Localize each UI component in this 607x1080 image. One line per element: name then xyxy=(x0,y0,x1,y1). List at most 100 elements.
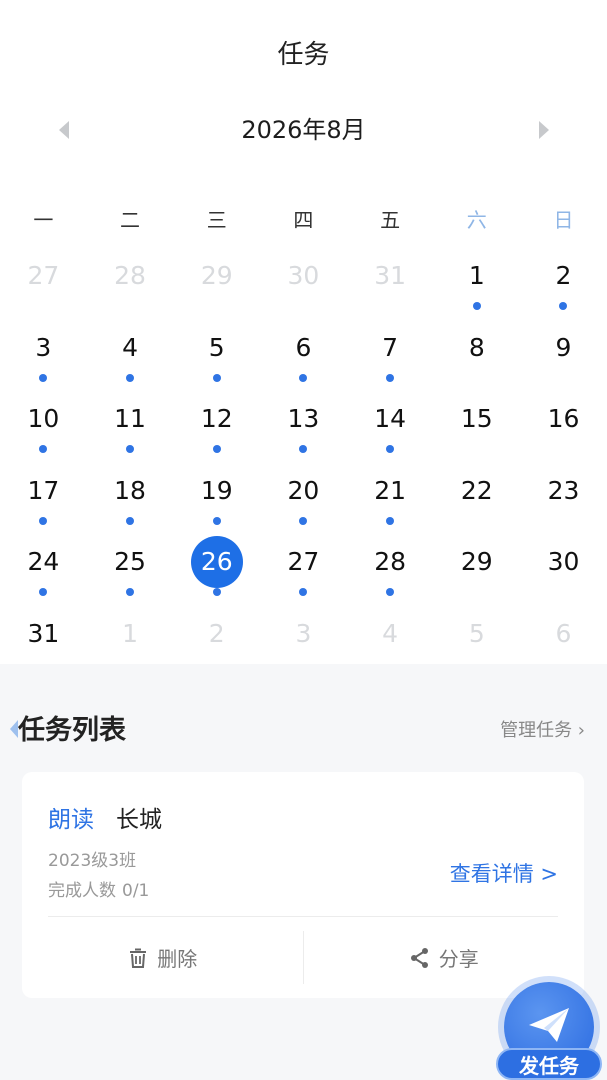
task-dot-icon xyxy=(299,373,308,382)
calendar-day[interactable]: 13 xyxy=(260,383,347,455)
calendar-day[interactable]: 3 xyxy=(0,312,87,384)
calendar-day[interactable]: 6 xyxy=(520,598,607,670)
calendar-day[interactable]: 10 xyxy=(0,383,87,455)
paper-plane-icon xyxy=(527,1005,571,1049)
chevron-right-icon xyxy=(539,121,549,139)
trash-icon xyxy=(127,947,149,969)
weekday-label: 一 xyxy=(33,208,54,232)
calendar-day[interactable]: 14 xyxy=(347,383,434,455)
task-dot-icon xyxy=(39,373,48,382)
calendar-day[interactable]: 24 xyxy=(0,526,87,598)
calendar-day[interactable]: 29 xyxy=(173,240,260,312)
day-number: 19 xyxy=(200,475,233,505)
view-details-link[interactable]: 查看详情 > xyxy=(450,858,558,888)
calendar-day[interactable]: 27 xyxy=(260,526,347,598)
calendar-day[interactable]: 8 xyxy=(433,312,520,384)
calendar-day[interactable]: 25 xyxy=(87,526,174,598)
fab-label: 发任务 xyxy=(496,1048,602,1080)
day-number: 22 xyxy=(460,475,493,505)
task-card[interactable]: 朗读 长城 2023级3班 完成人数 0/1 查看详情 > 删除 分享 xyxy=(22,772,584,998)
day-number: 13 xyxy=(287,404,320,433)
task-dot-icon xyxy=(386,373,395,382)
day-number: 31 xyxy=(374,261,406,290)
day-number: 10 xyxy=(27,404,60,433)
day-number: 27 xyxy=(27,261,60,290)
delete-button[interactable]: 删除 xyxy=(22,917,303,998)
calendar-day[interactable]: 9 xyxy=(520,312,607,384)
calendar-day[interactable]: 3 xyxy=(260,598,347,670)
calendar-day[interactable]: 30 xyxy=(520,526,607,598)
calendar-grid: 27 28 29 30 31 1 2 3 4 5 6 7 8 9 10 11 12 13 14 15 16 17 18 19 2… xyxy=(0,240,607,669)
calendar-day[interactable]: 11 xyxy=(87,383,174,455)
calendar-day[interactable]: 21 xyxy=(347,455,434,527)
calendar-day[interactable]: 1 xyxy=(433,240,520,312)
task-dot-icon xyxy=(472,302,481,310)
progress-value: 0/1 xyxy=(122,881,150,901)
day-number: 18 xyxy=(114,475,146,505)
task-dot-icon xyxy=(299,516,308,525)
day-number: 2 xyxy=(555,261,572,290)
calendar-day[interactable]: 17 xyxy=(0,455,87,527)
day-number: 28 xyxy=(114,261,146,290)
calendar-day[interactable]: 5 xyxy=(173,312,260,384)
task-list-header: 任务列表 管理任务 › xyxy=(0,706,607,746)
calendar-day[interactable]: 28 xyxy=(87,240,174,312)
next-month-button[interactable] xyxy=(530,116,558,144)
day-number: 4 xyxy=(382,618,399,648)
day-number: 11 xyxy=(114,404,146,433)
calendar-day[interactable]: 22 xyxy=(433,455,520,527)
calendar-day[interactable]: 29 xyxy=(433,526,520,598)
calendar-day[interactable]: 4 xyxy=(347,598,434,670)
calendar-day[interactable]: 28 xyxy=(347,526,434,598)
calendar-day[interactable]: 31 xyxy=(347,240,434,312)
calendar-day[interactable]: 2 xyxy=(520,240,607,312)
calendar-day-selected[interactable]: 26 xyxy=(173,526,260,598)
task-dot-icon xyxy=(39,588,48,596)
calendar-day[interactable]: 23 xyxy=(520,455,607,527)
day-number: 7 xyxy=(382,332,399,362)
task-dot-icon xyxy=(212,588,221,596)
share-icon xyxy=(409,947,431,969)
month-navigator: 2026年8月 xyxy=(0,112,607,148)
day-number: 4 xyxy=(122,332,138,362)
task-class: 2023级3班 xyxy=(48,851,137,871)
day-number: 27 xyxy=(287,547,320,576)
calendar-day[interactable]: 12 xyxy=(173,383,260,455)
task-dot-icon xyxy=(39,516,48,525)
calendar-day[interactable]: 20 xyxy=(260,455,347,527)
task-dot-icon xyxy=(39,445,48,453)
calendar-day[interactable]: 31 xyxy=(0,598,87,670)
calendar-day[interactable]: 19 xyxy=(173,455,260,527)
task-dot-icon xyxy=(126,445,135,453)
day-number: 1 xyxy=(122,618,138,648)
calendar-day[interactable]: 4 xyxy=(87,312,174,384)
month-label: 2026年8月 xyxy=(241,116,366,144)
day-number: 20 xyxy=(287,475,320,505)
calendar-panel: 任务 2026年8月 一二三四五六日 27 28 29 30 31 1 2 3 4 5 6 7 8 9 10… xyxy=(0,0,607,664)
task-dot-icon xyxy=(212,516,221,525)
task-dot-icon xyxy=(126,588,135,596)
day-number: 29 xyxy=(460,547,493,576)
calendar-day[interactable]: 18 xyxy=(87,455,174,527)
calendar-day[interactable]: 30 xyxy=(260,240,347,312)
calendar-day[interactable]: 1 xyxy=(87,598,174,670)
task-dot-icon xyxy=(212,373,221,382)
calendar-day[interactable]: 2 xyxy=(173,598,260,670)
task-dot-icon xyxy=(559,302,568,310)
weekday-label: 六 xyxy=(466,208,487,232)
calendar-day[interactable]: 7 xyxy=(347,312,434,384)
task-name: 长城 xyxy=(116,807,162,833)
day-number: 30 xyxy=(547,547,580,576)
manage-tasks-link[interactable]: 管理任务 › xyxy=(500,716,585,742)
publish-task-button[interactable]: 发任务 xyxy=(496,982,602,1080)
task-dot-icon xyxy=(126,516,135,525)
calendar-day[interactable]: 27 xyxy=(0,240,87,312)
day-number: 6 xyxy=(295,332,312,362)
calendar-day[interactable]: 15 xyxy=(433,383,520,455)
delete-label: 删除 xyxy=(157,947,198,971)
calendar-day[interactable]: 5 xyxy=(433,598,520,670)
calendar-day[interactable]: 16 xyxy=(520,383,607,455)
calendar-day[interactable]: 6 xyxy=(260,312,347,384)
task-list-title: 任务列表 xyxy=(18,715,126,746)
day-number: 3 xyxy=(35,332,52,362)
